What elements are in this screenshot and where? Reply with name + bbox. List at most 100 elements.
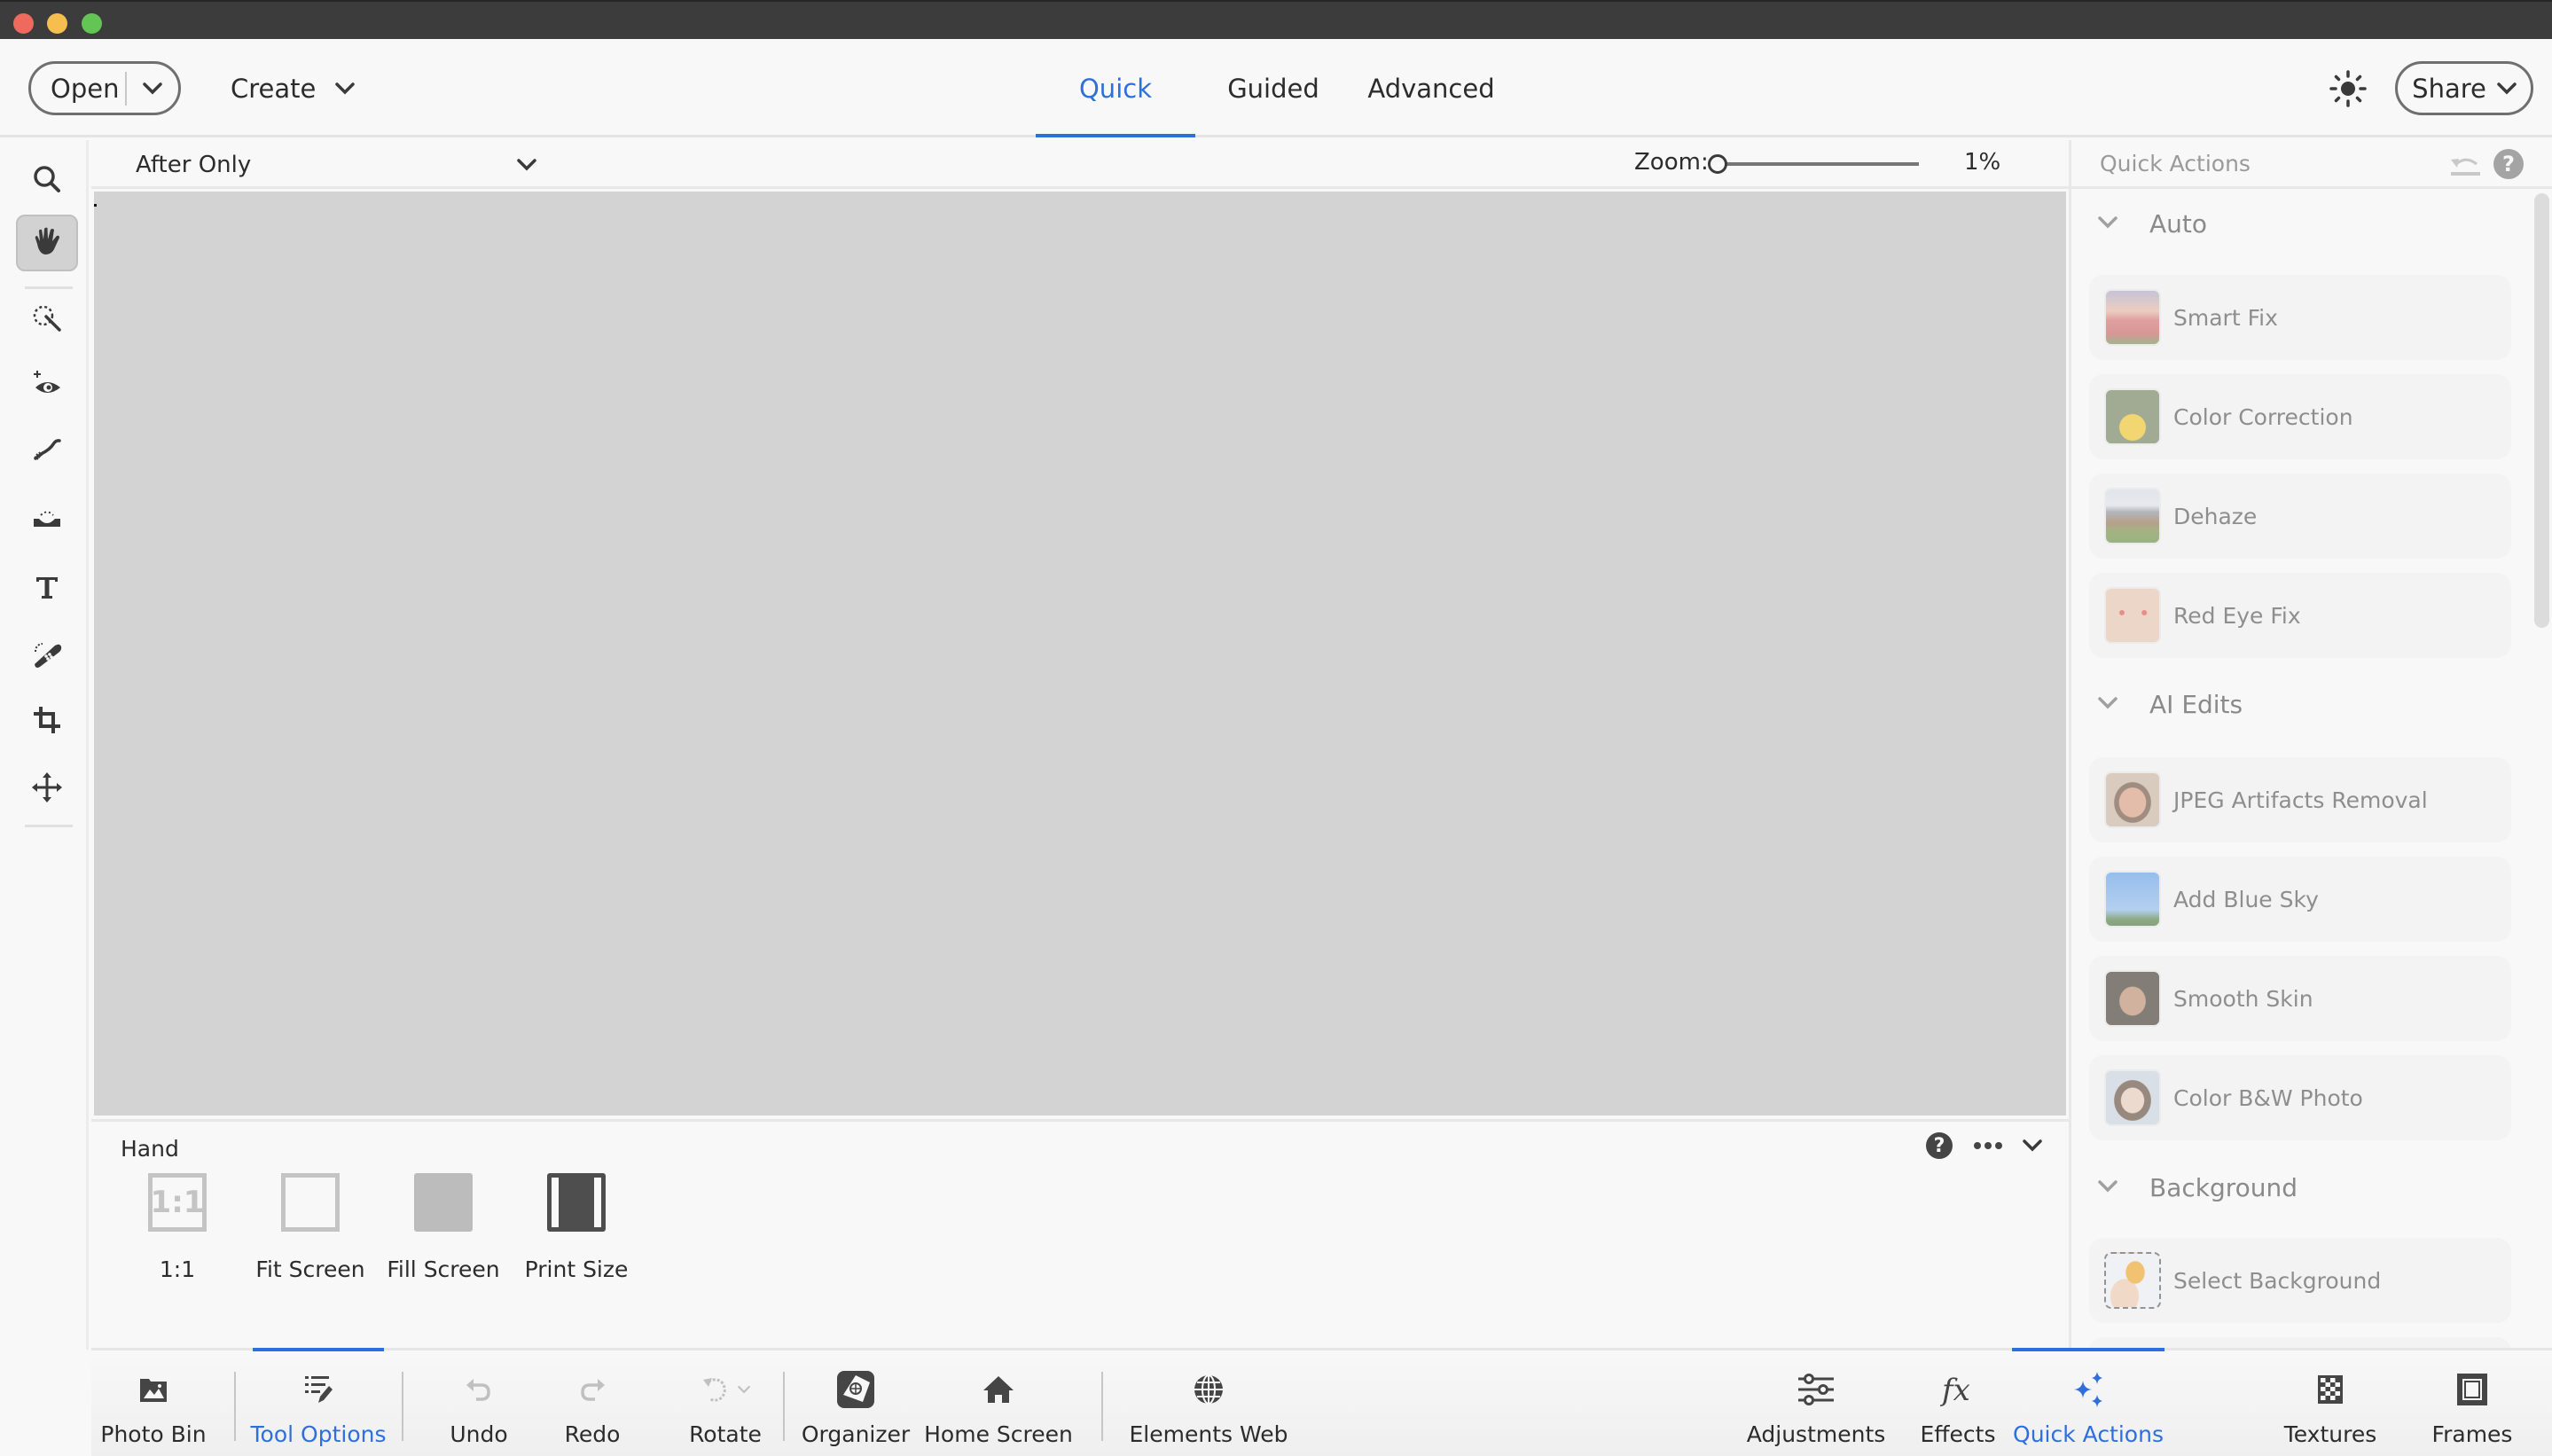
- tool-options-label: Tool Options: [250, 1421, 387, 1447]
- zoom-slider[interactable]: [1708, 153, 1944, 176]
- straighten-tool[interactable]: [16, 489, 78, 546]
- open-button[interactable]: Open: [28, 61, 181, 115]
- bottom-bar-divider: [783, 1372, 785, 1441]
- zoom-tool[interactable]: [16, 151, 78, 207]
- zoom-slider-thumb[interactable]: [1708, 154, 1727, 174]
- quick-action-color-bw-photo[interactable]: Color B&W Photo: [2089, 1055, 2511, 1140]
- quick-action-smart-fix[interactable]: Smart Fix: [2089, 275, 2511, 360]
- quick-action-label: JPEG Artifacts Removal: [2173, 787, 2428, 813]
- move-icon: [32, 772, 62, 802]
- more-options-icon[interactable]: [1973, 1141, 2003, 1150]
- print-size-button[interactable]: Print Size: [510, 1173, 643, 1282]
- quick-action-label: Color Correction: [2173, 403, 2353, 430]
- one-to-one-icon: 1:1: [148, 1173, 207, 1232]
- quick-action-jpeg-artifacts-removal[interactable]: JPEG Artifacts Removal: [2089, 757, 2511, 842]
- home-screen-button[interactable]: Home Screen: [923, 1350, 1074, 1456]
- crop-icon: [34, 707, 60, 733]
- tool-options-button[interactable]: Tool Options: [250, 1348, 387, 1456]
- section-auto-header[interactable]: Auto: [2071, 197, 2528, 250]
- fx-icon: fx: [1940, 1373, 1970, 1407]
- quick-selection-tool[interactable]: [16, 291, 78, 348]
- hand-tool[interactable]: [16, 215, 78, 271]
- whiten-teeth-tool[interactable]: [16, 422, 78, 479]
- reset-icon[interactable]: [2448, 153, 2482, 177]
- quick-action-select-background[interactable]: Select Background: [2089, 1238, 2511, 1323]
- print-size-icon: [547, 1173, 606, 1232]
- chevron-down-icon: [143, 82, 162, 94]
- theme-toggle-button[interactable]: [2329, 70, 2367, 107]
- tab-advanced[interactable]: Advanced: [1351, 39, 1511, 137]
- view-mode-select[interactable]: After Only: [136, 147, 536, 183]
- spot-healing-tool[interactable]: [16, 626, 78, 683]
- help-icon[interactable]: ?: [2493, 148, 2525, 180]
- window-maximize-button[interactable]: [82, 13, 102, 34]
- open-label[interactable]: Open: [31, 74, 125, 104]
- zoom-slider-track[interactable]: [1717, 162, 1919, 166]
- magnifier-icon: [34, 166, 60, 192]
- share-label: Share: [2412, 73, 2486, 104]
- elements-web-button[interactable]: Elements Web: [1129, 1350, 1288, 1456]
- photo-bin-button[interactable]: Photo Bin: [100, 1350, 207, 1456]
- window-minimize-button[interactable]: [47, 13, 67, 34]
- quick-action-color-correction[interactable]: Color Correction: [2089, 374, 2511, 459]
- crop-tool[interactable]: [16, 692, 78, 748]
- sliders-icon: [1798, 1374, 1834, 1405]
- redo-label: Redo: [564, 1421, 621, 1447]
- organizer-button[interactable]: Organizer: [801, 1350, 911, 1456]
- color-correction-thumbnail: [2104, 388, 2161, 445]
- redo-button[interactable]: Redo: [544, 1350, 641, 1456]
- bottom-bar-divider: [234, 1372, 236, 1441]
- tool-options-icon: [305, 1376, 333, 1403]
- quick-action-dehaze[interactable]: Dehaze: [2089, 474, 2511, 559]
- create-button[interactable]: Create: [231, 61, 356, 115]
- frames-button[interactable]: Frames: [2423, 1350, 2521, 1456]
- collapse-chevron-icon[interactable]: [2023, 1139, 2042, 1152]
- section-ai-edits-header[interactable]: AI Edits: [2071, 677, 2528, 731]
- quick-action-label: Smart Fix: [2173, 304, 2278, 331]
- fit-screen-button[interactable]: Fit Screen: [244, 1173, 377, 1282]
- image-canvas[interactable]: [94, 192, 2066, 1115]
- section-background-header[interactable]: Background: [2071, 1161, 2528, 1214]
- type-tool[interactable]: [16, 559, 78, 615]
- photo-bin-label: Photo Bin: [100, 1421, 207, 1447]
- open-dropdown-toggle[interactable]: [127, 82, 178, 95]
- zoom-label: Zoom:: [1634, 149, 1709, 176]
- add-blue-sky-thumbnail: [2104, 871, 2161, 928]
- quick-selection-icon: [33, 305, 61, 332]
- home-icon: [983, 1376, 1014, 1403]
- fill-screen-icon: [414, 1173, 473, 1232]
- one-to-one-button[interactable]: 1:1 1:1: [111, 1173, 244, 1282]
- eye-tool[interactable]: [16, 356, 78, 413]
- quick-action-smooth-skin[interactable]: Smooth Skin: [2089, 956, 2511, 1041]
- frames-label: Frames: [2431, 1421, 2513, 1447]
- adjustments-button[interactable]: Adjustments: [1741, 1350, 1891, 1456]
- quick-action-red-eye-fix[interactable]: Red Eye Fix: [2089, 573, 2511, 658]
- textures-button[interactable]: Textures: [2282, 1350, 2379, 1456]
- chevron-down-icon: [335, 82, 356, 94]
- svg-text:?: ?: [1934, 1135, 1945, 1157]
- quick-action-label: Color B&W Photo: [2173, 1084, 2363, 1111]
- fill-screen-button[interactable]: Fill Screen: [377, 1173, 510, 1282]
- help-icon[interactable]: ?: [1925, 1131, 1953, 1160]
- quick-actions-scrollbar[interactable]: [2534, 193, 2549, 628]
- undo-button[interactable]: Undo: [430, 1350, 528, 1456]
- move-tool[interactable]: [16, 759, 78, 816]
- window-close-button[interactable]: [13, 13, 34, 34]
- tab-quick[interactable]: Quick: [1036, 39, 1195, 137]
- share-button[interactable]: Share: [2395, 61, 2533, 115]
- dehaze-thumbnail: [2104, 488, 2161, 544]
- quick-action-label: Red Eye Fix: [2173, 602, 2301, 629]
- effects-button[interactable]: fx Effects: [1909, 1350, 2007, 1456]
- section-title: Background: [2149, 1172, 2298, 1202]
- tab-guided[interactable]: Guided: [1195, 39, 1351, 137]
- quick-action-add-blue-sky[interactable]: Add Blue Sky: [2089, 857, 2511, 942]
- photoshop-elements-window: Open Create Quick Guided Advanced Share …: [0, 0, 2552, 1456]
- frame-icon: [2457, 1374, 2487, 1405]
- quick-actions-button[interactable]: Quick Actions: [2012, 1348, 2165, 1456]
- view-mode-value: After Only: [136, 152, 252, 178]
- toothbrush-icon: [34, 439, 61, 460]
- rotate-button[interactable]: Rotate: [659, 1350, 792, 1456]
- view-options-bar: After Only Zoom: 1%: [91, 140, 2069, 189]
- color-bw-photo-thumbnail: [2104, 1069, 2161, 1126]
- quick-action-label: Smooth Skin: [2173, 985, 2313, 1012]
